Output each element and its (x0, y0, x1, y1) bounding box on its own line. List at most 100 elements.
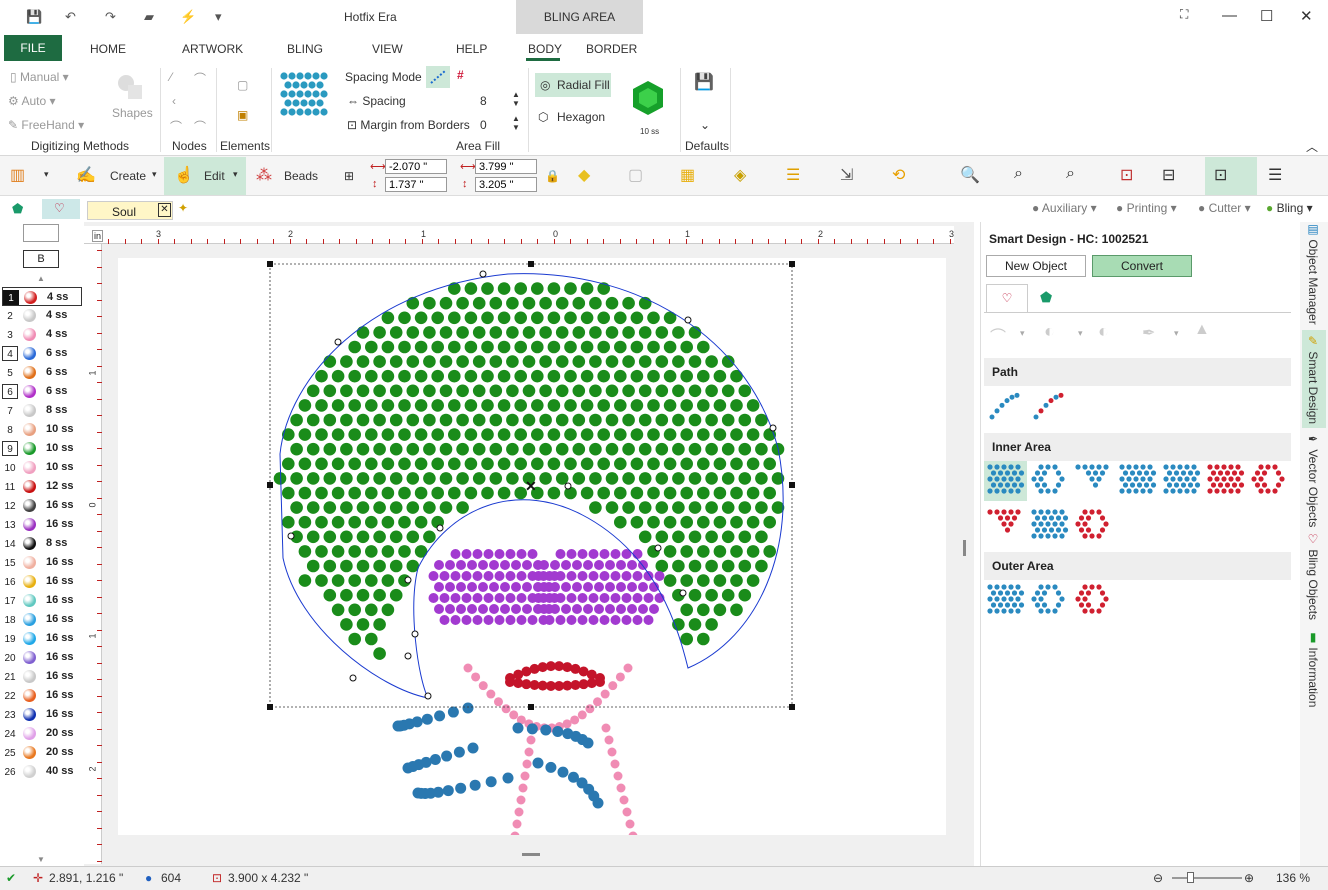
tab-artwork[interactable]: ARTWORK (182, 42, 243, 56)
palette-b-button[interactable]: B (23, 250, 59, 268)
shapes-label[interactable]: Shapes (112, 106, 153, 120)
rotate-icon[interactable]: ⟲ (892, 165, 905, 185)
list-view-icon[interactable]: ☰ (1268, 165, 1282, 185)
stone-gem-icon[interactable] (630, 80, 666, 116)
zoom-selection-icon[interactable]: ⊡ (1120, 165, 1133, 185)
combine-icon[interactable]: ◈ (734, 165, 746, 185)
zoom-object-button[interactable] (1205, 157, 1257, 195)
hexagon-label[interactable]: Hexagon (557, 110, 605, 124)
side-tab-bling-objects[interactable]: ♡ Bling Objects (1306, 532, 1320, 620)
splitter-handle[interactable] (963, 540, 966, 556)
save-icon[interactable]: 💾 (26, 9, 42, 25)
tab-body[interactable]: BODY (528, 42, 562, 56)
mode-bling[interactable]: ● Bling ▾ (1266, 201, 1313, 215)
smooth-node-icon[interactable]: ⌒ (170, 118, 182, 135)
create-button[interactable]: Create (110, 169, 146, 183)
stone-row[interactable]: 25 20 ss (2, 743, 82, 762)
shapes-icon[interactable] (114, 73, 148, 101)
stone-row[interactable]: 4 6 ss (2, 344, 82, 363)
tab-help[interactable]: HELP (456, 42, 487, 56)
spacing-mode-line-button[interactable] (426, 66, 450, 88)
transform-icon[interactable]: ⇲ (840, 165, 853, 185)
stone-row[interactable]: 9 10 ss (2, 439, 82, 458)
horizontal-scroll-handle[interactable] (522, 853, 540, 856)
lightning-icon[interactable]: ⚡ (180, 9, 196, 25)
bling-mode-button[interactable]: ♡ (42, 199, 80, 219)
palette-preview[interactable] (23, 224, 59, 242)
pen-dropdown-icon[interactable]: ▾ (1174, 328, 1179, 339)
shapes-tab-icon[interactable]: ⬟ (1040, 289, 1052, 306)
line-node-icon[interactable]: ⁄ (170, 70, 172, 84)
stone-row[interactable]: 18 16 ss (2, 610, 82, 629)
bling-heart-tab[interactable]: ♡ (986, 284, 1028, 312)
hexagon-icon[interactable]: ⬡ (538, 110, 548, 124)
lasso-tool-icon[interactable]: ◐ (1044, 321, 1055, 342)
side-tab-vector-objects[interactable]: ✒ Vector Objects (1306, 432, 1320, 527)
edit-dropdown-icon[interactable]: ▾ (233, 169, 238, 180)
width-input[interactable] (475, 159, 537, 174)
scroll-up-icon[interactable]: ▲ (37, 274, 45, 283)
pen-tool-icon[interactable]: ✒ (1142, 323, 1155, 343)
stone-row[interactable]: 8 10 ss (2, 420, 82, 439)
scroll-down-icon[interactable]: ▼ (37, 855, 45, 864)
margin-value[interactable]: 0 (480, 118, 487, 132)
y-position-input[interactable] (385, 177, 447, 192)
stone-row[interactable]: 26 40 ss (2, 762, 82, 781)
layer-icon[interactable]: ▢ (628, 165, 643, 185)
stone-row[interactable]: 1 4 ss (2, 287, 82, 306)
mode-cutter[interactable]: ● Cutter ▾ (1198, 201, 1251, 215)
stone-row[interactable]: 5 6 ss (2, 363, 82, 382)
symmetric-node-icon[interactable]: ⌒ (194, 118, 206, 135)
element-frame-icon[interactable]: ▢ (237, 78, 248, 92)
freehand-button[interactable]: ✎ FreeHand ▾ (8, 118, 84, 132)
defaults-dropdown-icon[interactable]: ⌄ (700, 118, 710, 132)
create-dropdown-icon[interactable]: ▾ (152, 169, 157, 180)
stone-row[interactable]: 15 16 ss (2, 553, 82, 572)
lasso-dropdown-icon[interactable]: ▾ (1078, 328, 1083, 339)
stone-row[interactable]: 20 16 ss (2, 648, 82, 667)
tab-bling[interactable]: BLING (287, 42, 323, 56)
stone-row[interactable]: 2 4 ss (2, 306, 82, 325)
zoom-in-icon[interactable]: ⊕ (1244, 871, 1254, 885)
height-input[interactable] (475, 177, 537, 192)
zoom-fit-icon[interactable]: ⌕ (1014, 165, 1023, 183)
align-icon[interactable]: ☰ (786, 165, 800, 185)
shape-fill-icon[interactable]: ▲ (1194, 321, 1210, 339)
fill-color-icon[interactable]: ◆ (578, 165, 590, 185)
stone-row[interactable]: 14 8 ss (2, 534, 82, 553)
zoom-slider-thumb[interactable] (1187, 872, 1194, 883)
stone-row[interactable]: 11 12 ss (2, 477, 82, 496)
auto-button[interactable]: ⚙ Auto ▾ (8, 94, 55, 108)
open-icon[interactable]: ▰ (144, 9, 154, 25)
tab-view[interactable]: VIEW (372, 42, 403, 56)
stone-row[interactable]: 21 16 ss (2, 667, 82, 686)
new-tab-icon[interactable]: ✦ (178, 201, 188, 215)
stone-row[interactable]: 10 10 ss (2, 458, 82, 477)
lock-icon[interactable]: 🔒 (545, 169, 560, 183)
stone-row[interactable]: 19 16 ss (2, 629, 82, 648)
fill-pattern-gallery[interactable] (984, 385, 1291, 630)
tab-file[interactable]: FILE (4, 35, 62, 61)
hash-icon[interactable]: # (457, 68, 464, 82)
side-tab-smart-design[interactable]: ✎ Smart Design (1306, 334, 1320, 424)
path-tool-icon[interactable]: ⌒ (990, 323, 1006, 347)
undo-icon[interactable]: ↶ (65, 9, 76, 25)
stone-row[interactable]: 22 16 ss (2, 686, 82, 705)
fill-pattern-icon[interactable] (278, 70, 330, 122)
zoom-slider[interactable] (1172, 877, 1242, 879)
stone-row[interactable]: 23 16 ss (2, 705, 82, 724)
beads-button[interactable]: Beads (284, 169, 318, 183)
mode-auxiliary[interactable]: ● Auxiliary ▾ (1032, 201, 1097, 215)
stone-row[interactable]: 16 16 ss (2, 572, 82, 591)
element-box-icon[interactable]: ▣ (237, 108, 248, 122)
close-icon[interactable]: ✕ (1300, 7, 1313, 25)
quick-access-dropdown-icon[interactable]: ▾ (215, 9, 222, 25)
palette-dropdown-icon[interactable]: ▾ (44, 169, 49, 180)
shapes-mode-icon[interactable]: ⬟ (12, 201, 23, 217)
beads-icon[interactable]: ⁂ (256, 165, 272, 185)
maximize-icon[interactable]: ☐ (1260, 7, 1273, 25)
stone-row[interactable]: 6 6 ss (2, 382, 82, 401)
corner-node-icon[interactable]: ‹ (172, 94, 176, 108)
manual-button[interactable]: ▯ Manual ▾ (10, 70, 69, 84)
tab-home[interactable]: HOME (90, 42, 126, 56)
